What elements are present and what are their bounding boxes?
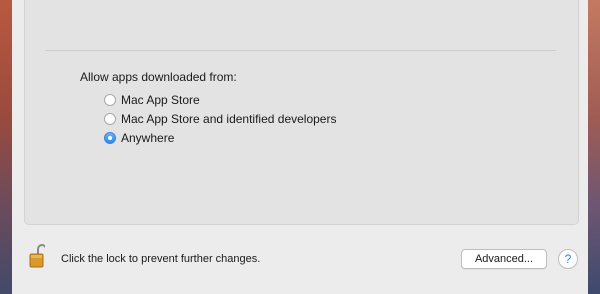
radio-button[interactable] <box>104 113 116 125</box>
radio-option-mac-app-store[interactable]: Mac App Store <box>104 92 200 108</box>
lock-instruction-text: Click the lock to prevent further change… <box>61 253 261 265</box>
radio-label: Mac App Store and identified developers <box>121 112 337 126</box>
desktop-background-left <box>0 0 12 294</box>
security-preferences-window: Allow apps downloaded from: Mac App Stor… <box>12 0 588 294</box>
radio-label: Mac App Store <box>121 93 200 107</box>
desktop-background-right <box>588 0 600 294</box>
advanced-button[interactable]: Advanced... <box>461 249 547 269</box>
radio-button[interactable] <box>104 94 116 106</box>
radio-label: Anywhere <box>121 131 175 145</box>
allow-apps-label: Allow apps downloaded from: <box>80 70 237 84</box>
open-padlock-icon[interactable] <box>29 242 47 268</box>
general-tab-content: Allow apps downloaded from: Mac App Stor… <box>24 0 579 225</box>
radio-option-anywhere[interactable]: Anywhere <box>104 130 174 146</box>
help-button[interactable]: ? <box>558 249 578 269</box>
radio-button-selected[interactable] <box>104 132 116 144</box>
section-divider <box>45 50 556 51</box>
radio-option-identified-developers[interactable]: Mac App Store and identified developers <box>104 111 336 127</box>
